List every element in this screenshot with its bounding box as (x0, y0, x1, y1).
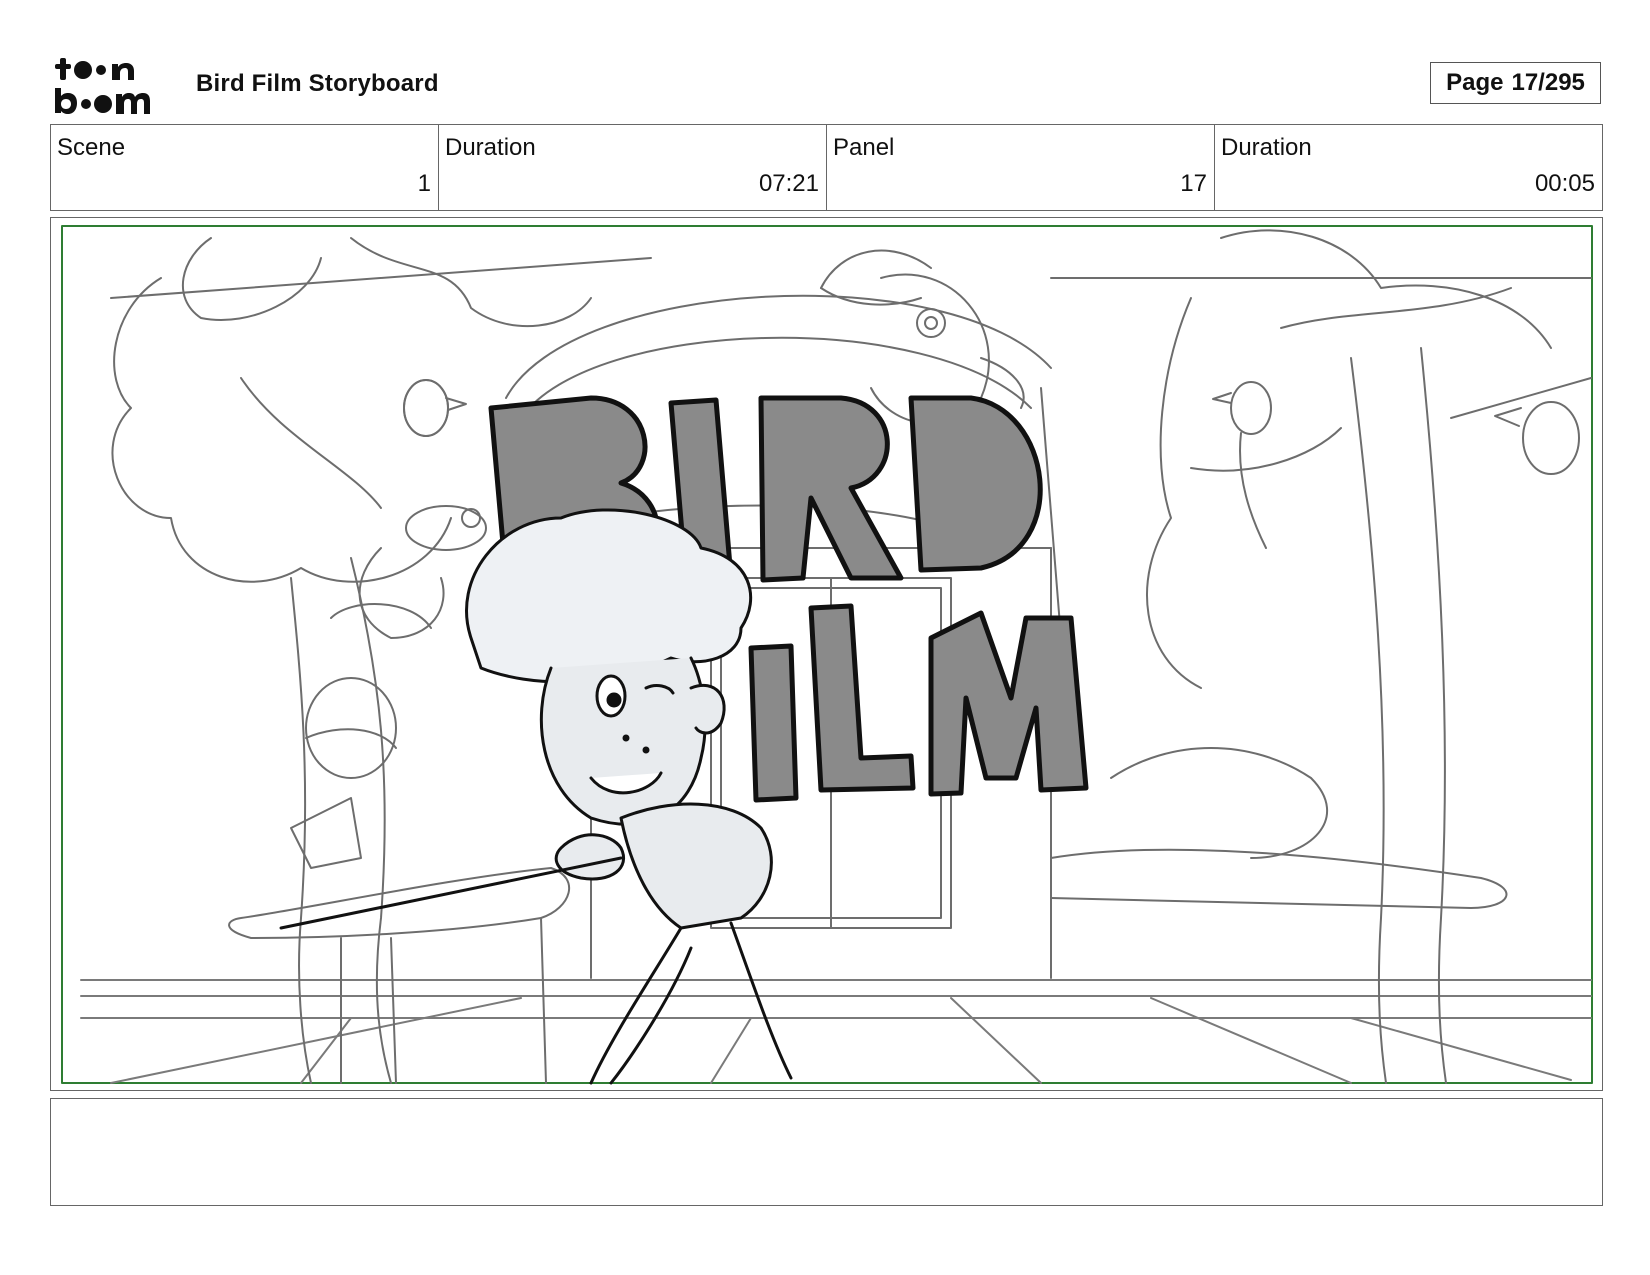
storyboard-panel-image (50, 217, 1603, 1091)
panel-notes-area (50, 1098, 1603, 1206)
railing-sketch (228, 677, 1508, 1084)
left-birds-sketch (330, 379, 487, 639)
scene-label: Scene (57, 134, 126, 161)
panel-duration-label: Duration (1221, 134, 1312, 161)
panel-label: Panel (833, 134, 895, 161)
toon-boom-logo (54, 56, 170, 116)
page-indicator: Page 17/295 (1430, 62, 1601, 104)
panel-info-table: Scene 1 Duration 07:21 Panel 17 Duration… (50, 124, 1603, 211)
scene-cell: Scene 1 (51, 125, 439, 210)
page-number: 17/295 (1511, 69, 1585, 96)
character-sketch (279, 508, 793, 1085)
scene-value: 1 (417, 170, 431, 197)
panel-value: 17 (1180, 170, 1207, 197)
right-tree-sketch (1050, 229, 1592, 1084)
scene-duration-label: Duration (445, 134, 536, 161)
panel-cell: Panel 17 (827, 125, 1215, 210)
panel-duration-value: 00:05 (1534, 170, 1595, 197)
panel-duration-cell: Duration 00:05 (1215, 125, 1602, 210)
document-title: Bird Film Storyboard (196, 70, 439, 97)
page-label: Page (1446, 69, 1504, 96)
scene-duration-value: 07:21 (758, 170, 819, 197)
scene-duration-cell: Duration 07:21 (439, 125, 827, 210)
